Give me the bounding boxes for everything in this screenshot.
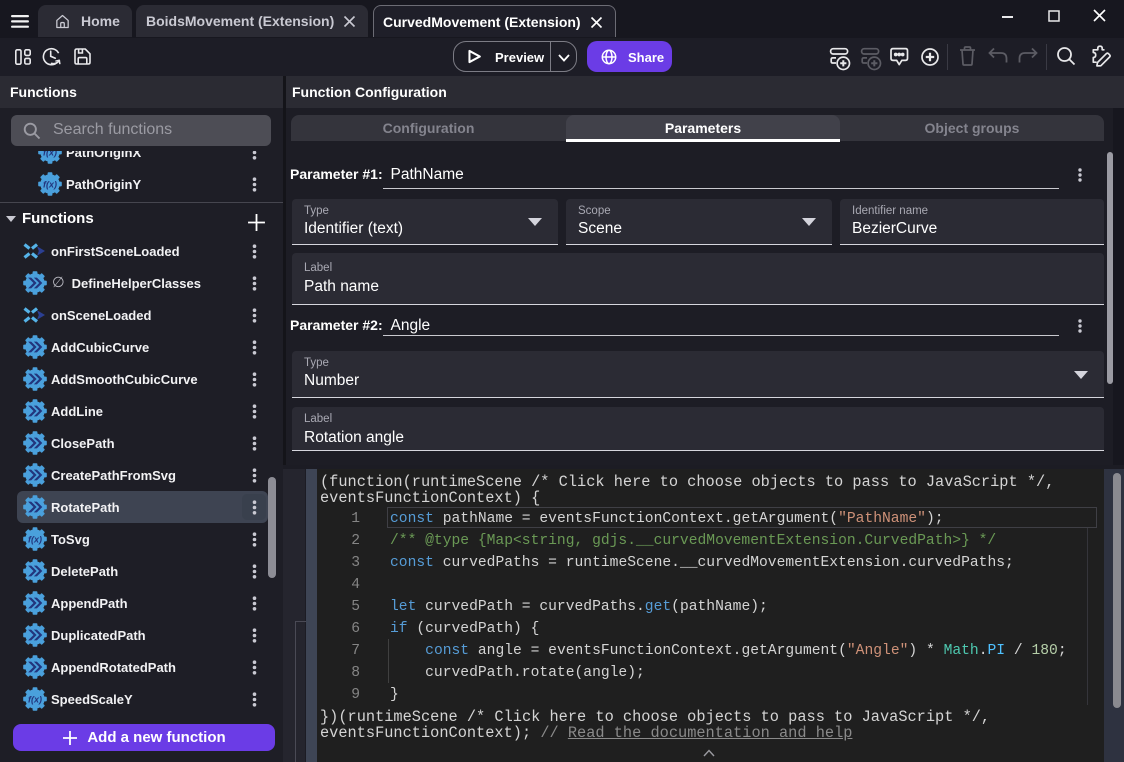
svg-text:f(x): f(x) <box>43 151 57 158</box>
svg-text:f(x): f(x) <box>28 535 42 545</box>
svg-text:f(x): f(x) <box>43 180 57 190</box>
svg-text:f(x): f(x) <box>28 695 42 705</box>
